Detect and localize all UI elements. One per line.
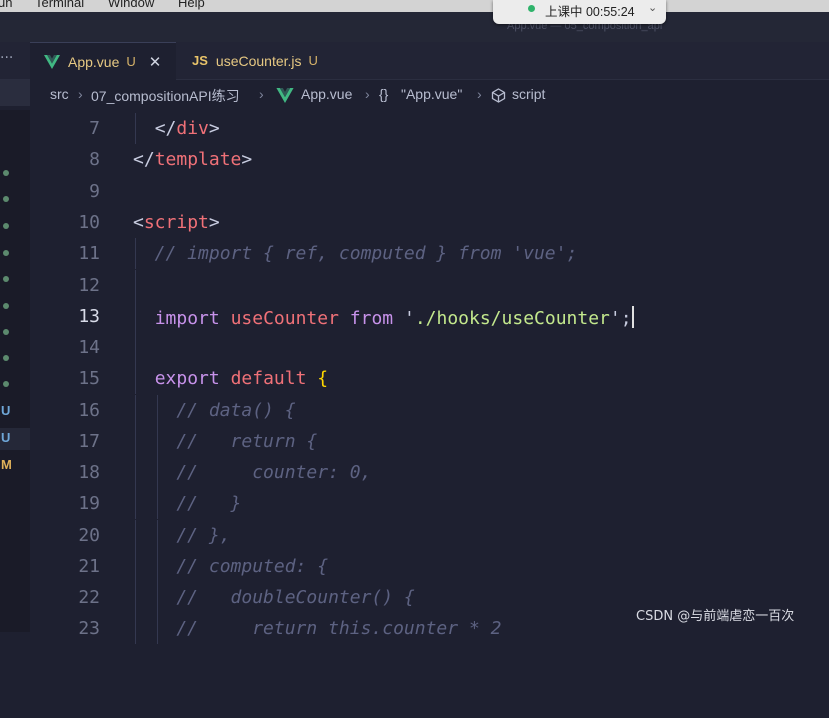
- code-line: 14: [30, 332, 829, 363]
- line-number: 9: [89, 181, 100, 202]
- file-status-untracked: U: [1, 430, 11, 445]
- menu-window[interactable]: Window: [108, 0, 154, 10]
- vue-icon: [276, 88, 294, 103]
- code-line: 11 // import { ref, computed } from 'vue…: [30, 238, 829, 269]
- explorer-strip: U U M: [0, 110, 30, 632]
- code-line: 12: [30, 270, 829, 301]
- code-line: 15 export default {: [30, 363, 829, 394]
- menu-help[interactable]: Help: [178, 0, 205, 10]
- code-comment: // computed: {: [133, 556, 329, 577]
- code-comment: // return this.counter * 2: [133, 618, 502, 639]
- tab-app-vue[interactable]: App.vue U ✕: [30, 42, 176, 80]
- line-number: 10: [78, 212, 100, 233]
- code-line-current: 13 import useCounter from './hooks/useCo…: [30, 301, 829, 332]
- code-line: 19 // }: [30, 488, 829, 519]
- text-cursor: [631, 306, 634, 328]
- line-number: 17: [78, 431, 100, 452]
- line-number: 16: [78, 400, 100, 421]
- code-comment: // import { ref, computed } from 'vue';: [133, 243, 578, 264]
- editor-tab-bar: ··· App.vue U ✕ JS useCounter.js U: [0, 42, 829, 80]
- watermark: CSDN @与前端虐恋一百次: [636, 609, 795, 624]
- code-comment: // },: [133, 525, 231, 546]
- file-status-dot: [3, 355, 9, 361]
- line-number: 8: [89, 149, 100, 170]
- recording-dot-icon: [528, 5, 535, 12]
- code-text: </template>: [133, 149, 253, 170]
- tab-label: useCounter.js: [215, 52, 302, 69]
- line-number: 14: [78, 337, 100, 358]
- line-number: 23: [78, 618, 100, 639]
- file-status-modified: M: [1, 457, 12, 472]
- file-status-dot: [3, 303, 9, 309]
- line-number: 7: [89, 118, 100, 139]
- window-title-bar: App.vue — 05_composition_api: [0, 12, 829, 42]
- code-line: 9: [30, 176, 829, 207]
- menu-terminal[interactable]: Terminal: [35, 0, 84, 10]
- code-line: 17 // return {: [30, 426, 829, 457]
- explorer-selected-row: [0, 80, 30, 106]
- close-icon[interactable]: ✕: [149, 53, 162, 71]
- code-line: 21 // computed: {: [30, 551, 829, 582]
- breadcrumb-file[interactable]: App.vue: [301, 86, 352, 102]
- line-number: 18: [78, 462, 100, 483]
- code-comment: // return {: [133, 431, 318, 452]
- code-editor[interactable]: 7 </div> 8 </template> 9 10 <script> 11 …: [30, 110, 829, 644]
- line-number: 13: [78, 306, 100, 327]
- chevron-right-icon: ›: [259, 86, 264, 102]
- recording-timer: 上课中 00:55:24: [545, 5, 635, 19]
- code-text: export default {: [154, 368, 329, 389]
- line-number: 22: [78, 587, 100, 608]
- code-line: 20 // },: [30, 520, 829, 551]
- code-text: </div>: [154, 118, 220, 139]
- file-status-dot: [3, 250, 9, 256]
- code-line: 8 </template>: [30, 144, 829, 175]
- code-comment: // }: [133, 493, 242, 514]
- vue-icon: [44, 54, 60, 69]
- chevron-right-icon: ›: [477, 86, 482, 102]
- more-icon[interactable]: ···: [0, 50, 13, 66]
- file-status-dot: [3, 196, 9, 202]
- breadcrumb: src › 07_compositionAPI练习 › App.vue › {}…: [0, 80, 829, 110]
- file-status-dot: [3, 381, 9, 387]
- line-number: 20: [78, 525, 100, 546]
- code-line: 7 </div>: [30, 113, 829, 144]
- recording-indicator[interactable]: 上课中 00:55:24 ⌄: [493, 0, 666, 24]
- tab-status-badge: U: [126, 54, 136, 69]
- code-comment: // counter: 0,: [133, 462, 372, 483]
- file-status-dot: [3, 329, 9, 335]
- tab-label: App.vue: [68, 53, 120, 70]
- line-number: 15: [78, 368, 100, 389]
- code-comment: // data() {: [133, 400, 296, 421]
- chevron-right-icon: ›: [365, 86, 370, 102]
- js-icon: JS: [192, 53, 208, 68]
- menu-bar: un Terminal Window Help: [0, 0, 829, 12]
- tab-status-badge: U: [308, 53, 318, 68]
- cube-icon: [491, 88, 506, 103]
- line-number: 21: [78, 556, 100, 577]
- breadcrumb-symbol[interactable]: script: [512, 86, 545, 102]
- file-status-dot: [3, 276, 9, 282]
- menu-run[interactable]: un: [0, 0, 12, 10]
- breadcrumb-src[interactable]: src: [50, 86, 69, 102]
- line-number: 19: [78, 493, 100, 514]
- chevron-right-icon: ›: [78, 86, 83, 102]
- breadcrumb-folder[interactable]: 07_compositionAPI练习: [91, 86, 240, 106]
- code-line: 10 <script>: [30, 207, 829, 238]
- code-line: 16 // data() {: [30, 395, 829, 426]
- code-line: 18 // counter: 0,: [30, 457, 829, 488]
- line-number: 12: [78, 275, 100, 296]
- file-status-dot: [3, 223, 9, 229]
- code-text: <script>: [133, 212, 220, 233]
- line-number: 11: [78, 243, 100, 264]
- braces-icon: {}: [379, 86, 389, 102]
- chevron-down-icon[interactable]: ⌄: [648, 1, 657, 14]
- breadcrumb-object[interactable]: "App.vue": [401, 86, 462, 102]
- tab-usecounter-js[interactable]: JS useCounter.js U: [176, 42, 346, 79]
- code-text: import useCounter from './hooks/useCount…: [154, 306, 634, 329]
- file-status-untracked: U: [1, 403, 11, 418]
- code-comment: // doubleCounter() {: [133, 587, 415, 608]
- file-status-dot: [3, 170, 9, 176]
